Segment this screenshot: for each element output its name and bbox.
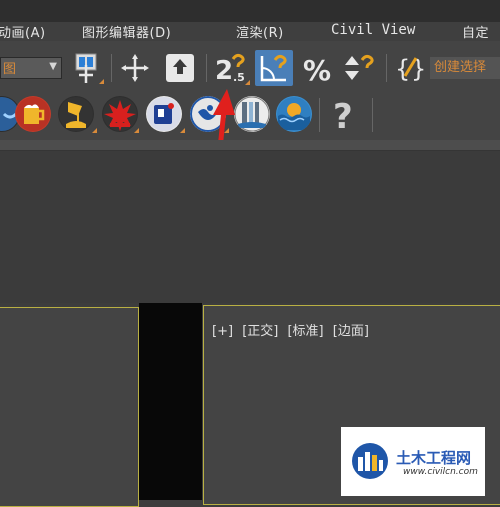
flyout-indicator — [92, 128, 97, 133]
beer-mug-icon — [16, 97, 50, 131]
viewport-point-of-view[interactable]: [正交] — [242, 324, 278, 339]
separator — [372, 98, 373, 132]
title-strip — [0, 0, 500, 22]
menu-rendering[interactable]: 渲染(R) — [236, 22, 284, 41]
keyboard-shortcut-override-button[interactable] — [163, 50, 197, 86]
ribbon-strip — [0, 140, 500, 151]
separator — [111, 54, 112, 82]
question-mark-icon: ? — [333, 97, 353, 132]
menu-civil-view[interactable]: Civil View — [331, 22, 415, 38]
reference-coordinate-dropdown[interactable]: 图 ▼ — [0, 57, 62, 79]
flyout-indicator — [180, 128, 185, 133]
pivot-center-icon — [75, 53, 97, 83]
watermark-url: www.civilcn.com — [403, 467, 478, 477]
bucket-tool-button[interactable] — [146, 96, 182, 132]
svg-text:2: 2 — [215, 56, 233, 85]
svg-text:%: % — [303, 54, 331, 84]
watermark: 土木工程网 www.civilcn.com — [341, 427, 485, 496]
select-and-manipulate-button[interactable] — [118, 50, 152, 86]
viewport-display-edged-faces[interactable]: [边面] — [333, 324, 369, 339]
menu-bar: 动画(A) 图形编辑器(D) 渲染(R) Civil View 自定 — [0, 0, 500, 41]
ocean-tool-button[interactable] — [276, 96, 312, 132]
svg-text:}: } — [411, 55, 424, 83]
percent-snap-icon: % — [303, 54, 331, 84]
flyout-indicator — [245, 80, 250, 85]
splash-tool-button[interactable] — [102, 96, 138, 132]
help-button[interactable]: ? — [327, 96, 363, 132]
separator — [386, 54, 387, 82]
menu-customize[interactable]: 自定 — [462, 22, 489, 41]
shortcut-override-icon — [166, 54, 194, 82]
menu-animation[interactable]: 动画(A) — [0, 22, 46, 41]
spinner-snap-icon — [345, 54, 374, 80]
dropdown-value: 图 — [3, 62, 17, 77]
angle-snap-icon — [260, 54, 287, 82]
splash-icon — [103, 97, 137, 131]
svg-text:.5: .5 — [233, 71, 245, 84]
civilcn-logo-icon — [352, 443, 388, 479]
chevron-down-icon: ▼ — [49, 61, 57, 72]
snap-2-5-icon: 2 .5 — [215, 53, 245, 85]
separator — [319, 98, 320, 132]
viewport-divider — [139, 303, 202, 500]
pouring-icon — [59, 97, 93, 131]
viewport-menu-plus[interactable]: [+] — [212, 324, 233, 339]
move-cross-icon — [121, 54, 149, 82]
bucket-icon — [147, 97, 181, 131]
svg-text:?: ? — [333, 97, 353, 132]
separator — [206, 54, 207, 82]
flyout-indicator — [99, 79, 104, 84]
beer-tool-button[interactable] — [15, 96, 51, 132]
flyout-indicator — [134, 128, 139, 133]
edit-named-selection-sets-button[interactable]: { } — [392, 50, 426, 86]
angle-snap-toggle-button[interactable] — [255, 50, 293, 86]
viewport-left[interactable] — [0, 307, 139, 507]
menu-graph-editors[interactable]: 图形编辑器(D) — [82, 22, 171, 41]
viewport-label: [+] [正交] [标准] [边面] — [212, 320, 374, 339]
spinner-snap-toggle-button[interactable] — [341, 50, 379, 86]
named-selection-icon: { } — [395, 55, 424, 83]
viewport-shading-standard[interactable]: [标准] — [287, 324, 323, 339]
pour-tool-button[interactable] — [58, 96, 94, 132]
create-selection-set-field[interactable]: 创建选择 — [430, 57, 500, 79]
watermark-title: 土木工程网 — [396, 449, 472, 467]
percent-snap-toggle-button[interactable]: % — [300, 50, 336, 86]
command-area — [0, 151, 500, 303]
sunset-ocean-icon — [277, 97, 311, 131]
